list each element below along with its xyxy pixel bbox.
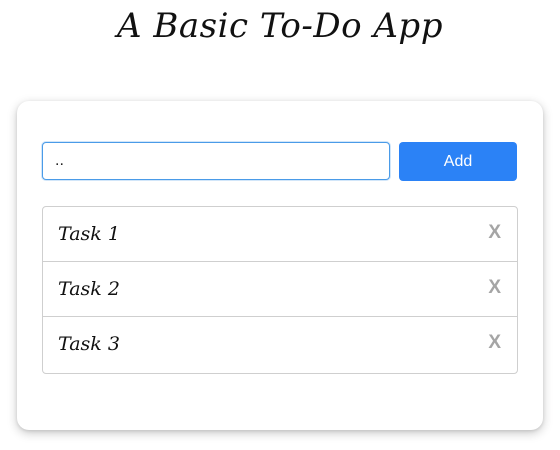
todo-card: Add Task 1 X Task 2 X Task 3 X	[17, 101, 543, 430]
task-label: Task 3	[58, 333, 120, 355]
task-label: Task 2	[58, 278, 120, 300]
task-list: Task 1 X Task 2 X Task 3 X	[42, 206, 518, 374]
page-title: A Basic To-Do App	[117, 6, 443, 46]
task-label: Task 1	[58, 223, 120, 245]
list-item: Task 3 X	[43, 317, 517, 373]
add-button[interactable]: Add	[399, 142, 517, 181]
task-input[interactable]	[42, 142, 390, 180]
delete-button[interactable]: X	[488, 277, 501, 299]
list-item: Task 1 X	[43, 207, 517, 262]
list-item: Task 2 X	[43, 262, 517, 317]
delete-button[interactable]: X	[488, 222, 501, 244]
delete-button[interactable]: X	[488, 332, 501, 354]
